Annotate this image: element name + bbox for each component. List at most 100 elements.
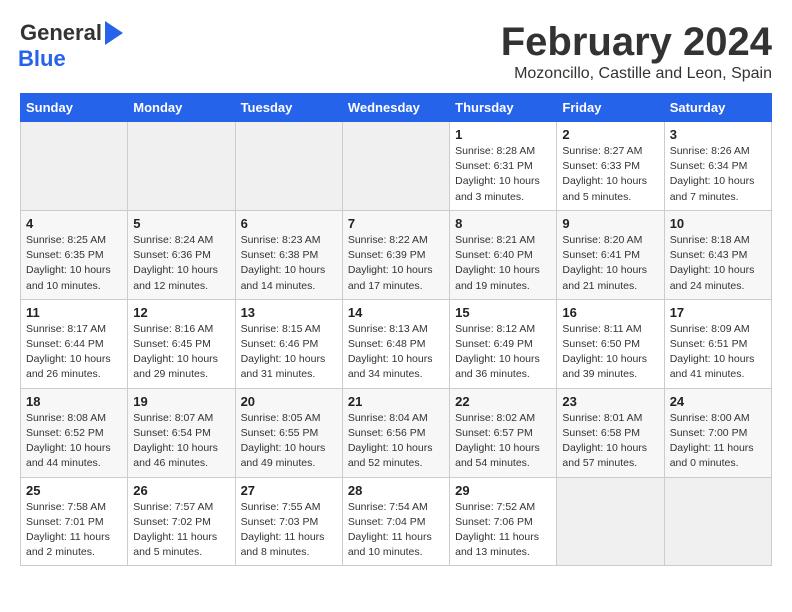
- calendar-table: SundayMondayTuesdayWednesdayThursdayFrid…: [20, 93, 772, 566]
- day-info: Sunrise: 7:55 AMSunset: 7:03 PMDaylight:…: [241, 500, 337, 561]
- calendar-cell: 18 Sunrise: 8:08 AMSunset: 6:52 PMDayligh…: [21, 388, 128, 477]
- day-info: Sunrise: 8:04 AMSunset: 6:56 PMDaylight:…: [348, 411, 444, 472]
- calendar-cell: 7 Sunrise: 8:22 AMSunset: 6:39 PMDaylight…: [342, 210, 449, 299]
- day-number: 7: [348, 216, 444, 231]
- day-number: 26: [133, 483, 229, 498]
- calendar-cell: 16 Sunrise: 8:11 AMSunset: 6:50 PMDayligh…: [557, 299, 664, 388]
- day-number: 9: [562, 216, 658, 231]
- page-header: General Blue February 2024 Mozoncillo, C…: [20, 20, 772, 83]
- day-number: 21: [348, 394, 444, 409]
- calendar-cell: 1 Sunrise: 8:28 AMSunset: 6:31 PMDaylight…: [450, 122, 557, 211]
- calendar-cell: [235, 122, 342, 211]
- day-info: Sunrise: 7:54 AMSunset: 7:04 PMDaylight:…: [348, 500, 444, 561]
- weekday-header: Tuesday: [235, 94, 342, 122]
- calendar-cell: 6 Sunrise: 8:23 AMSunset: 6:38 PMDaylight…: [235, 210, 342, 299]
- calendar-week-row: 1 Sunrise: 8:28 AMSunset: 6:31 PMDaylight…: [21, 122, 772, 211]
- weekday-header: Sunday: [21, 94, 128, 122]
- calendar-cell: 14 Sunrise: 8:13 AMSunset: 6:48 PMDayligh…: [342, 299, 449, 388]
- calendar-cell: 13 Sunrise: 8:15 AMSunset: 6:46 PMDayligh…: [235, 299, 342, 388]
- day-info: Sunrise: 8:24 AMSunset: 6:36 PMDaylight:…: [133, 233, 229, 294]
- calendar-cell: [128, 122, 235, 211]
- day-number: 14: [348, 305, 444, 320]
- calendar-cell: [664, 477, 771, 566]
- day-number: 24: [670, 394, 766, 409]
- day-info: Sunrise: 8:09 AMSunset: 6:51 PMDaylight:…: [670, 322, 766, 383]
- logo: General Blue: [20, 20, 123, 72]
- day-info: Sunrise: 8:00 AMSunset: 7:00 PMDaylight:…: [670, 411, 766, 472]
- logo-general-text: General: [20, 20, 102, 46]
- calendar-cell: 28 Sunrise: 7:54 AMSunset: 7:04 PMDayligh…: [342, 477, 449, 566]
- day-number: 20: [241, 394, 337, 409]
- calendar-cell: 23Sunrise: 8:01 AMSunset: 6:58 PMDayligh…: [557, 388, 664, 477]
- weekday-header: Thursday: [450, 94, 557, 122]
- day-number: 19: [133, 394, 229, 409]
- day-info: Sunrise: 8:25 AMSunset: 6:35 PMDaylight:…: [26, 233, 122, 294]
- weekday-header: Monday: [128, 94, 235, 122]
- day-info: Sunrise: 8:15 AMSunset: 6:46 PMDaylight:…: [241, 322, 337, 383]
- day-number: 18: [26, 394, 122, 409]
- calendar-cell: 2 Sunrise: 8:27 AMSunset: 6:33 PMDaylight…: [557, 122, 664, 211]
- calendar-cell: 5 Sunrise: 8:24 AMSunset: 6:36 PMDaylight…: [128, 210, 235, 299]
- day-info: Sunrise: 8:26 AMSunset: 6:34 PMDaylight:…: [670, 144, 766, 205]
- calendar-cell: 10Sunrise: 8:18 AMSunset: 6:43 PMDayligh…: [664, 210, 771, 299]
- day-number: 2: [562, 127, 658, 142]
- day-number: 1: [455, 127, 551, 142]
- day-info: Sunrise: 8:11 AMSunset: 6:50 PMDaylight:…: [562, 322, 658, 383]
- calendar-cell: 24 Sunrise: 8:00 AMSunset: 7:00 PMDayligh…: [664, 388, 771, 477]
- day-info: Sunrise: 8:08 AMSunset: 6:52 PMDaylight:…: [26, 411, 122, 472]
- day-info: Sunrise: 8:20 AMSunset: 6:41 PMDaylight:…: [562, 233, 658, 294]
- calendar-cell: 20 Sunrise: 8:05 AMSunset: 6:55 PMDayligh…: [235, 388, 342, 477]
- calendar-cell: 9 Sunrise: 8:20 AMSunset: 6:41 PMDaylight…: [557, 210, 664, 299]
- day-info: Sunrise: 7:52 AMSunset: 7:06 PMDaylight:…: [455, 500, 551, 561]
- calendar-cell: [21, 122, 128, 211]
- day-number: 27: [241, 483, 337, 498]
- day-info: Sunrise: 8:16 AMSunset: 6:45 PMDaylight:…: [133, 322, 229, 383]
- day-info: Sunrise: 8:23 AMSunset: 6:38 PMDaylight:…: [241, 233, 337, 294]
- calendar-cell: 12 Sunrise: 8:16 AMSunset: 6:45 PMDayligh…: [128, 299, 235, 388]
- calendar-cell: [342, 122, 449, 211]
- day-number: 5: [133, 216, 229, 231]
- day-number: 17: [670, 305, 766, 320]
- day-info: Sunrise: 8:28 AMSunset: 6:31 PMDaylight:…: [455, 144, 551, 205]
- day-info: Sunrise: 7:58 AMSunset: 7:01 PMDaylight:…: [26, 500, 122, 561]
- day-number: 6: [241, 216, 337, 231]
- day-info: Sunrise: 8:01 AMSunset: 6:58 PMDaylight:…: [562, 411, 658, 472]
- calendar-cell: 4 Sunrise: 8:25 AMSunset: 6:35 PMDaylight…: [21, 210, 128, 299]
- calendar-cell: 25Sunrise: 7:58 AMSunset: 7:01 PMDayligh…: [21, 477, 128, 566]
- day-info: Sunrise: 7:57 AMSunset: 7:02 PMDaylight:…: [133, 500, 229, 561]
- calendar-cell: 27 Sunrise: 7:55 AMSunset: 7:03 PMDayligh…: [235, 477, 342, 566]
- weekday-header: Wednesday: [342, 94, 449, 122]
- calendar-cell: 19 Sunrise: 8:07 AMSunset: 6:54 PMDayligh…: [128, 388, 235, 477]
- day-number: 11: [26, 305, 122, 320]
- day-info: Sunrise: 8:07 AMSunset: 6:54 PMDaylight:…: [133, 411, 229, 472]
- calendar-cell: 29Sunrise: 7:52 AMSunset: 7:06 PMDayligh…: [450, 477, 557, 566]
- title-section: February 2024 Mozoncillo, Castille and L…: [501, 20, 772, 83]
- month-title: February 2024: [501, 20, 772, 65]
- day-number: 13: [241, 305, 337, 320]
- calendar-cell: 11Sunrise: 8:17 AMSunset: 6:44 PMDayligh…: [21, 299, 128, 388]
- day-info: Sunrise: 8:13 AMSunset: 6:48 PMDaylight:…: [348, 322, 444, 383]
- day-info: Sunrise: 8:21 AMSunset: 6:40 PMDaylight:…: [455, 233, 551, 294]
- calendar-cell: 17 Sunrise: 8:09 AMSunset: 6:51 PMDayligh…: [664, 299, 771, 388]
- day-info: Sunrise: 8:05 AMSunset: 6:55 PMDaylight:…: [241, 411, 337, 472]
- day-number: 22: [455, 394, 551, 409]
- day-info: Sunrise: 8:12 AMSunset: 6:49 PMDaylight:…: [455, 322, 551, 383]
- day-info: Sunrise: 8:22 AMSunset: 6:39 PMDaylight:…: [348, 233, 444, 294]
- day-info: Sunrise: 8:27 AMSunset: 6:33 PMDaylight:…: [562, 144, 658, 205]
- day-info: Sunrise: 8:02 AMSunset: 6:57 PMDaylight:…: [455, 411, 551, 472]
- day-number: 16: [562, 305, 658, 320]
- calendar-cell: 3 Sunrise: 8:26 AMSunset: 6:34 PMDaylight…: [664, 122, 771, 211]
- day-info: Sunrise: 8:18 AMSunset: 6:43 PMDaylight:…: [670, 233, 766, 294]
- calendar-week-row: 25Sunrise: 7:58 AMSunset: 7:01 PMDayligh…: [21, 477, 772, 566]
- day-number: 4: [26, 216, 122, 231]
- day-number: 12: [133, 305, 229, 320]
- day-number: 3: [670, 127, 766, 142]
- calendar-cell: 8 Sunrise: 8:21 AMSunset: 6:40 PMDaylight…: [450, 210, 557, 299]
- day-number: 28: [348, 483, 444, 498]
- calendar-week-row: 18 Sunrise: 8:08 AMSunset: 6:52 PMDayligh…: [21, 388, 772, 477]
- logo-arrow-icon: [105, 21, 123, 45]
- calendar-cell: [557, 477, 664, 566]
- calendar-cell: 21 Sunrise: 8:04 AMSunset: 6:56 PMDayligh…: [342, 388, 449, 477]
- day-number: 8: [455, 216, 551, 231]
- logo-blue-text: Blue: [18, 46, 66, 72]
